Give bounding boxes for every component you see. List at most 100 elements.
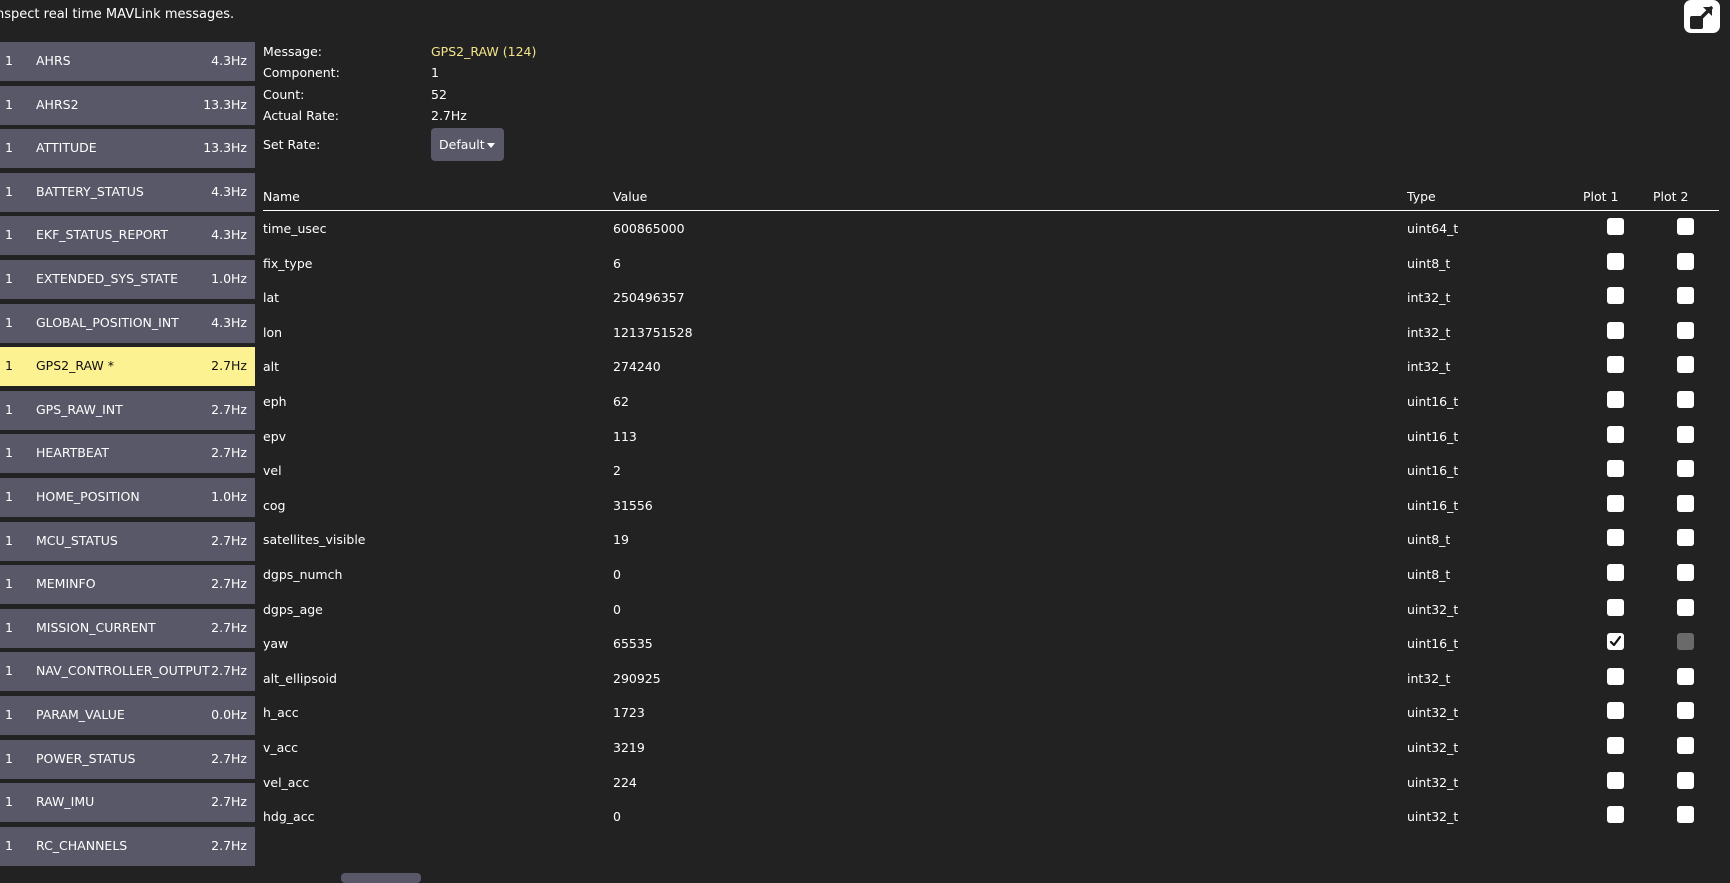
plot2-checkbox[interactable] <box>1677 356 1694 374</box>
field-name: eph <box>263 393 287 409</box>
table-row: v_acc 3219 uint32_t <box>263 730 1719 765</box>
field-name: lon <box>263 324 283 340</box>
table-row: hdg_acc 0 uint32_t <box>263 799 1719 834</box>
message-component: 1 <box>5 837 13 853</box>
plot2-checkbox[interactable] <box>1677 460 1694 478</box>
field-type: uint32_t <box>1407 705 1459 721</box>
info-message-value: GPS2_RAW (124) <box>431 44 537 59</box>
message-item[interactable]: 1 RAW_IMU 2.7Hz <box>0 783 255 823</box>
plot1-checkbox[interactable] <box>1607 287 1624 305</box>
plot2-checkbox[interactable] <box>1677 633 1694 651</box>
plot1-checkbox[interactable] <box>1607 390 1624 408</box>
plot2-checkbox[interactable] <box>1677 390 1694 408</box>
plot1-checkbox[interactable] <box>1607 806 1624 824</box>
plot1-checkbox[interactable] <box>1607 218 1624 235</box>
message-item[interactable]: 1 ATTITUDE 13.3Hz <box>0 129 255 169</box>
plot1-checkbox[interactable] <box>1607 252 1624 270</box>
field-value: 113 <box>613 428 637 444</box>
plot1-checkbox[interactable] <box>1607 425 1624 443</box>
plot2-checkbox[interactable] <box>1677 598 1694 616</box>
plot2-checkbox[interactable] <box>1677 667 1694 685</box>
set-rate-dropdown[interactable]: Default <box>431 128 504 161</box>
field-type: int32_t <box>1407 324 1451 340</box>
field-value: 224 <box>613 774 637 790</box>
plot1-checkbox[interactable] <box>1607 598 1624 616</box>
bottom-button[interactable] <box>341 873 421 883</box>
message-component: 1 <box>5 96 13 112</box>
message-rate: 4.3Hz <box>211 227 247 243</box>
message-rate: 13.3Hz <box>203 140 247 156</box>
field-value: 0 <box>613 601 621 617</box>
field-value: 274240 <box>613 359 661 375</box>
message-name: GPS_RAW_INT <box>36 401 123 417</box>
info-count-value: 52 <box>431 87 447 102</box>
field-value: 2 <box>613 463 621 479</box>
plot2-checkbox[interactable] <box>1677 218 1694 235</box>
message-item[interactable]: 1 AHRS 4.3Hz <box>0 42 255 81</box>
field-value: 65535 <box>613 636 653 652</box>
plot1-checkbox[interactable] <box>1607 667 1624 685</box>
plot1-checkbox[interactable] <box>1607 460 1624 478</box>
plot2-checkbox[interactable] <box>1677 563 1694 581</box>
message-item[interactable]: 1 MISSION_CURRENT 2.7Hz <box>0 608 255 648</box>
message-name: AHRS <box>36 53 71 68</box>
plot1-checkbox[interactable] <box>1607 321 1624 339</box>
message-rate: 2.7Hz <box>211 837 247 853</box>
field-type: uint8_t <box>1407 255 1451 271</box>
plot2-checkbox[interactable] <box>1677 736 1694 754</box>
field-value: 600865000 <box>613 221 685 236</box>
message-rate: 1.0Hz <box>211 488 247 504</box>
plot1-checkbox[interactable] <box>1607 356 1624 374</box>
message-item[interactable]: 1 HOME_POSITION 1.0Hz <box>0 477 255 517</box>
message-item[interactable]: 1 POWER_STATUS 2.7Hz <box>0 739 255 779</box>
plot1-checkbox[interactable] <box>1607 771 1624 789</box>
plot2-checkbox[interactable] <box>1677 287 1694 305</box>
plot1-checkbox[interactable] <box>1607 563 1624 581</box>
plot2-checkbox[interactable] <box>1677 252 1694 270</box>
header-plot2: Plot 2 <box>1653 189 1689 204</box>
field-type: uint8_t <box>1407 532 1451 548</box>
message-item[interactable]: 1 GPS2_RAW * 2.7Hz <box>0 347 255 387</box>
message-item[interactable]: 1 GLOBAL_POSITION_INT 4.3Hz <box>0 303 255 343</box>
message-item[interactable]: 1 HEARTBEAT 2.7Hz <box>0 434 255 474</box>
message-item[interactable]: 1 AHRS2 13.3Hz <box>0 85 255 125</box>
plot2-checkbox[interactable] <box>1677 806 1694 824</box>
message-item[interactable]: 1 EXTENDED_SYS_STATE 1.0Hz <box>0 259 255 299</box>
field-type: uint16_t <box>1407 497 1459 513</box>
field-name: cog <box>263 497 286 513</box>
message-item[interactable]: 1 MEMINFO 2.7Hz <box>0 565 255 605</box>
message-component: 1 <box>5 401 13 417</box>
popout-button[interactable] <box>1684 0 1720 33</box>
message-item[interactable]: 1 EKF_STATUS_REPORT 4.3Hz <box>0 216 255 256</box>
checkmark-icon <box>1609 636 1622 647</box>
message-item[interactable]: 1 GPS_RAW_INT 2.7Hz <box>0 390 255 430</box>
message-name: RC_CHANNELS <box>36 837 128 853</box>
field-type: uint32_t <box>1407 774 1459 790</box>
plot2-checkbox[interactable] <box>1677 321 1694 339</box>
plot1-checkbox[interactable] <box>1607 529 1624 547</box>
field-value: 19 <box>613 532 629 548</box>
field-name: hdg_acc <box>263 809 315 825</box>
message-name: HOME_POSITION <box>36 488 140 504</box>
plot2-checkbox[interactable] <box>1677 702 1694 720</box>
plot1-checkbox[interactable] <box>1607 702 1624 720</box>
header-name: Name <box>263 189 300 204</box>
plot2-checkbox[interactable] <box>1677 529 1694 547</box>
message-item[interactable]: 1 RC_CHANNELS 2.7Hz <box>0 826 255 866</box>
field-name: yaw <box>263 636 289 652</box>
message-item[interactable]: 1 NAV_CONTROLLER_OUTPUT 2.7Hz <box>0 652 255 692</box>
field-name: fix_type <box>263 255 313 271</box>
table-row: epv 113 uint16_t <box>263 419 1719 454</box>
plot1-checkbox[interactable] <box>1607 494 1624 512</box>
plot2-checkbox[interactable] <box>1677 494 1694 512</box>
plot1-checkbox[interactable] <box>1607 633 1624 651</box>
message-item[interactable]: 1 MCU_STATUS 2.7Hz <box>0 521 255 561</box>
message-item[interactable]: 1 BATTERY_STATUS 4.3Hz <box>0 172 255 212</box>
message-component: 1 <box>5 227 13 243</box>
plot2-checkbox[interactable] <box>1677 771 1694 789</box>
plot1-checkbox[interactable] <box>1607 736 1624 754</box>
plot2-checkbox[interactable] <box>1677 425 1694 443</box>
table-row: alt 274240 int32_t <box>263 349 1719 384</box>
message-item[interactable]: 1 PARAM_VALUE 0.0Hz <box>0 695 255 735</box>
table-row: yaw 65535 uint16_t <box>263 626 1719 661</box>
